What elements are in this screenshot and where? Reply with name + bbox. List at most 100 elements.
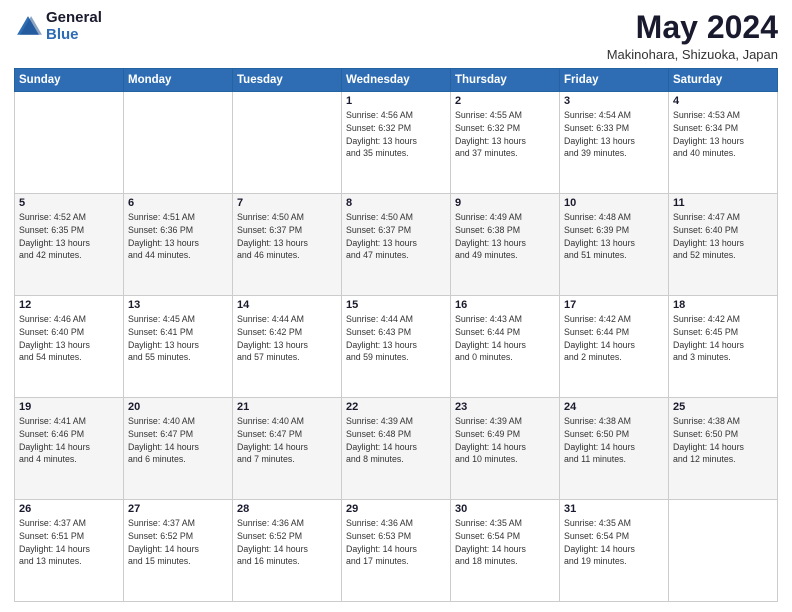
table-row: 6Sunrise: 4:51 AMSunset: 6:36 PMDaylight… bbox=[124, 194, 233, 296]
day-number: 4 bbox=[673, 95, 773, 107]
table-row: 23 Sunrise: 4:39 AMSunset: 6:49 PMDayligh… bbox=[451, 398, 560, 500]
page: General Blue May 2024 Makinohara, Shizuo… bbox=[0, 0, 792, 612]
table-row: 30 Sunrise: 4:35 AMSunset: 6:54 PMDayligh… bbox=[451, 500, 560, 602]
table-row: 18Sunrise: 4:42 AMSunset: 6:45 PMDayligh… bbox=[669, 296, 778, 398]
day-info: Sunrise: 4:49 AMSunset: 6:38 PMDaylight:… bbox=[455, 211, 555, 262]
title-block: May 2024 Makinohara, Shizuoka, Japan bbox=[607, 10, 778, 62]
day-info: Sunrise: 4:50 AMSunset: 6:37 PMDaylight:… bbox=[237, 211, 337, 262]
calendar-week-row: 1 Sunrise: 4:56 AMSunset: 6:32 PMDaylight… bbox=[15, 92, 778, 194]
day-number: 13 bbox=[128, 299, 228, 311]
day-info: Sunrise: 4:43 AMSunset: 6:44 PMDaylight:… bbox=[455, 313, 555, 364]
table-row bbox=[124, 92, 233, 194]
day-info: Sunrise: 4:37 AMSunset: 6:51 PMDaylight:… bbox=[19, 517, 119, 568]
table-row: 13Sunrise: 4:45 AMSunset: 6:41 PMDayligh… bbox=[124, 296, 233, 398]
day-info: Sunrise: 4:44 AMSunset: 6:43 PMDaylight:… bbox=[346, 313, 446, 364]
table-row: 4 Sunrise: 4:53 AMSunset: 6:34 PMDaylight… bbox=[669, 92, 778, 194]
day-info: Sunrise: 4:35 AMSunset: 6:54 PMDaylight:… bbox=[455, 517, 555, 568]
col-friday: Friday bbox=[560, 69, 669, 92]
day-info: Sunrise: 4:50 AMSunset: 6:37 PMDaylight:… bbox=[346, 211, 446, 262]
col-tuesday: Tuesday bbox=[233, 69, 342, 92]
day-number: 6 bbox=[128, 197, 228, 209]
day-number: 25 bbox=[673, 401, 773, 413]
day-info: Sunrise: 4:36 AMSunset: 6:53 PMDaylight:… bbox=[346, 517, 446, 568]
calendar-week-row: 19Sunrise: 4:41 AMSunset: 6:46 PMDayligh… bbox=[15, 398, 778, 500]
day-info: Sunrise: 4:38 AMSunset: 6:50 PMDaylight:… bbox=[564, 415, 664, 466]
table-row: 22 Sunrise: 4:39 AMSunset: 6:48 PMDayligh… bbox=[342, 398, 451, 500]
day-number: 30 bbox=[455, 503, 555, 515]
table-row: 16 Sunrise: 4:43 AMSunset: 6:44 PMDayligh… bbox=[451, 296, 560, 398]
day-info: Sunrise: 4:42 AMSunset: 6:44 PMDaylight:… bbox=[564, 313, 664, 364]
day-number: 22 bbox=[346, 401, 446, 413]
day-info: Sunrise: 4:54 AMSunset: 6:33 PMDaylight:… bbox=[564, 109, 664, 160]
col-sunday: Sunday bbox=[15, 69, 124, 92]
table-row bbox=[669, 500, 778, 602]
table-row: 5 Sunrise: 4:52 AMSunset: 6:35 PMDaylight… bbox=[15, 194, 124, 296]
col-saturday: Saturday bbox=[669, 69, 778, 92]
day-info: Sunrise: 4:55 AMSunset: 6:32 PMDaylight:… bbox=[455, 109, 555, 160]
day-info: Sunrise: 4:47 AMSunset: 6:40 PMDaylight:… bbox=[673, 211, 773, 262]
calendar-table: Sunday Monday Tuesday Wednesday Thursday… bbox=[14, 68, 778, 602]
day-number: 9 bbox=[455, 197, 555, 209]
table-row: 31 Sunrise: 4:35 AMSunset: 6:54 PMDayligh… bbox=[560, 500, 669, 602]
col-monday: Monday bbox=[124, 69, 233, 92]
day-info: Sunrise: 4:35 AMSunset: 6:54 PMDaylight:… bbox=[564, 517, 664, 568]
day-info: Sunrise: 4:39 AMSunset: 6:49 PMDaylight:… bbox=[455, 415, 555, 466]
table-row bbox=[233, 92, 342, 194]
day-number: 10 bbox=[564, 197, 664, 209]
calendar-week-row: 5 Sunrise: 4:52 AMSunset: 6:35 PMDaylight… bbox=[15, 194, 778, 296]
day-info: Sunrise: 4:44 AMSunset: 6:42 PMDaylight:… bbox=[237, 313, 337, 364]
table-row: 8 Sunrise: 4:50 AMSunset: 6:37 PMDaylight… bbox=[342, 194, 451, 296]
logo-icon bbox=[14, 13, 42, 41]
day-number: 16 bbox=[455, 299, 555, 311]
table-row: 28 Sunrise: 4:36 AMSunset: 6:52 PMDayligh… bbox=[233, 500, 342, 602]
day-number: 23 bbox=[455, 401, 555, 413]
table-row: 9 Sunrise: 4:49 AMSunset: 6:38 PMDaylight… bbox=[451, 194, 560, 296]
table-row: 3Sunrise: 4:54 AMSunset: 6:33 PMDaylight… bbox=[560, 92, 669, 194]
day-info: Sunrise: 4:39 AMSunset: 6:48 PMDaylight:… bbox=[346, 415, 446, 466]
table-row: 12Sunrise: 4:46 AMSunset: 6:40 PMDayligh… bbox=[15, 296, 124, 398]
day-number: 18 bbox=[673, 299, 773, 311]
day-number: 1 bbox=[346, 95, 446, 107]
day-number: 29 bbox=[346, 503, 446, 515]
table-row: 20 Sunrise: 4:40 AMSunset: 6:47 PMDayligh… bbox=[124, 398, 233, 500]
table-row: 7Sunrise: 4:50 AMSunset: 6:37 PMDaylight… bbox=[233, 194, 342, 296]
day-info: Sunrise: 4:38 AMSunset: 6:50 PMDaylight:… bbox=[673, 415, 773, 466]
table-row: 17 Sunrise: 4:42 AMSunset: 6:44 PMDayligh… bbox=[560, 296, 669, 398]
day-number: 17 bbox=[564, 299, 664, 311]
day-number: 2 bbox=[455, 95, 555, 107]
title-month: May 2024 bbox=[607, 10, 778, 45]
day-info: Sunrise: 4:40 AMSunset: 6:47 PMDaylight:… bbox=[128, 415, 228, 466]
day-number: 8 bbox=[346, 197, 446, 209]
header: General Blue May 2024 Makinohara, Shizuo… bbox=[14, 10, 778, 62]
day-number: 12 bbox=[19, 299, 119, 311]
table-row: 21 Sunrise: 4:40 AMSunset: 6:47 PMDayligh… bbox=[233, 398, 342, 500]
calendar-week-row: 12Sunrise: 4:46 AMSunset: 6:40 PMDayligh… bbox=[15, 296, 778, 398]
logo-line2: Blue bbox=[46, 27, 102, 44]
day-number: 27 bbox=[128, 503, 228, 515]
col-thursday: Thursday bbox=[451, 69, 560, 92]
day-number: 20 bbox=[128, 401, 228, 413]
day-info: Sunrise: 4:56 AMSunset: 6:32 PMDaylight:… bbox=[346, 109, 446, 160]
day-number: 15 bbox=[346, 299, 446, 311]
title-location: Makinohara, Shizuoka, Japan bbox=[607, 47, 778, 62]
day-number: 21 bbox=[237, 401, 337, 413]
table-row: 11 Sunrise: 4:47 AMSunset: 6:40 PMDayligh… bbox=[669, 194, 778, 296]
day-number: 28 bbox=[237, 503, 337, 515]
day-number: 31 bbox=[564, 503, 664, 515]
table-row: 19Sunrise: 4:41 AMSunset: 6:46 PMDayligh… bbox=[15, 398, 124, 500]
day-number: 5 bbox=[19, 197, 119, 209]
day-info: Sunrise: 4:36 AMSunset: 6:52 PMDaylight:… bbox=[237, 517, 337, 568]
table-row: 10Sunrise: 4:48 AMSunset: 6:39 PMDayligh… bbox=[560, 194, 669, 296]
table-row: 29 Sunrise: 4:36 AMSunset: 6:53 PMDayligh… bbox=[342, 500, 451, 602]
table-row: 27 Sunrise: 4:37 AMSunset: 6:52 PMDayligh… bbox=[124, 500, 233, 602]
table-row: 24Sunrise: 4:38 AMSunset: 6:50 PMDayligh… bbox=[560, 398, 669, 500]
day-info: Sunrise: 4:40 AMSunset: 6:47 PMDaylight:… bbox=[237, 415, 337, 466]
day-number: 14 bbox=[237, 299, 337, 311]
day-info: Sunrise: 4:52 AMSunset: 6:35 PMDaylight:… bbox=[19, 211, 119, 262]
day-number: 11 bbox=[673, 197, 773, 209]
day-info: Sunrise: 4:53 AMSunset: 6:34 PMDaylight:… bbox=[673, 109, 773, 160]
day-number: 26 bbox=[19, 503, 119, 515]
day-info: Sunrise: 4:41 AMSunset: 6:46 PMDaylight:… bbox=[19, 415, 119, 466]
table-row: 25 Sunrise: 4:38 AMSunset: 6:50 PMDayligh… bbox=[669, 398, 778, 500]
day-info: Sunrise: 4:37 AMSunset: 6:52 PMDaylight:… bbox=[128, 517, 228, 568]
